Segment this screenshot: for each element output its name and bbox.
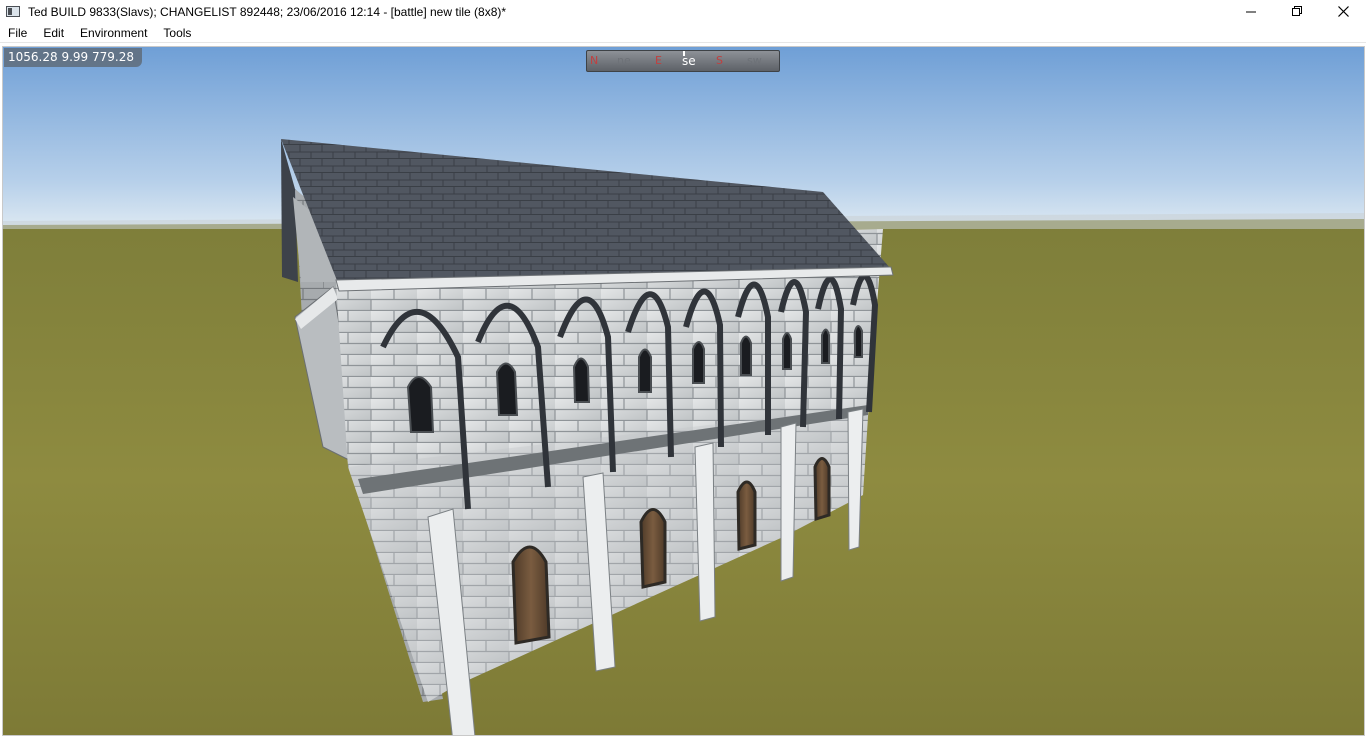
compass-label-n: N bbox=[590, 54, 599, 67]
close-icon bbox=[1337, 6, 1349, 17]
compass-label-s: S bbox=[716, 54, 723, 67]
compass-bar: N ne E se S sw bbox=[586, 50, 780, 72]
compass-label-ne: ne bbox=[617, 54, 631, 67]
menu-edit[interactable]: Edit bbox=[35, 23, 72, 43]
compass-label-se: se bbox=[682, 54, 696, 68]
menu-environment[interactable]: Environment bbox=[72, 23, 155, 43]
app-window-icon[interactable] bbox=[6, 6, 20, 17]
camera-coordinates-readout: 1056.28 9.99 779.28 bbox=[4, 48, 142, 67]
stone-building-model[interactable] bbox=[3, 47, 1365, 736]
close-button[interactable] bbox=[1320, 0, 1366, 23]
menu-file[interactable]: File bbox=[0, 23, 35, 43]
menu-bar: File Edit Environment Tools bbox=[0, 23, 1366, 43]
title-bar: Ted BUILD 9833(Slavs); CHANGELIST 892448… bbox=[0, 0, 1366, 23]
compass-label-e: E bbox=[655, 54, 662, 67]
window-controls bbox=[1228, 0, 1366, 23]
minimize-button[interactable] bbox=[1228, 0, 1274, 23]
restore-icon bbox=[1291, 6, 1302, 16]
restore-button[interactable] bbox=[1274, 0, 1320, 23]
window-title: Ted BUILD 9833(Slavs); CHANGELIST 892448… bbox=[28, 4, 507, 19]
minimize-icon bbox=[1245, 11, 1256, 13]
compass-heading-marker bbox=[683, 51, 685, 56]
menu-tools[interactable]: Tools bbox=[155, 23, 199, 43]
3d-viewport[interactable]: 1056.28 9.99 779.28 N ne E se S sw bbox=[2, 46, 1365, 736]
compass-label-sw: sw bbox=[747, 54, 762, 67]
